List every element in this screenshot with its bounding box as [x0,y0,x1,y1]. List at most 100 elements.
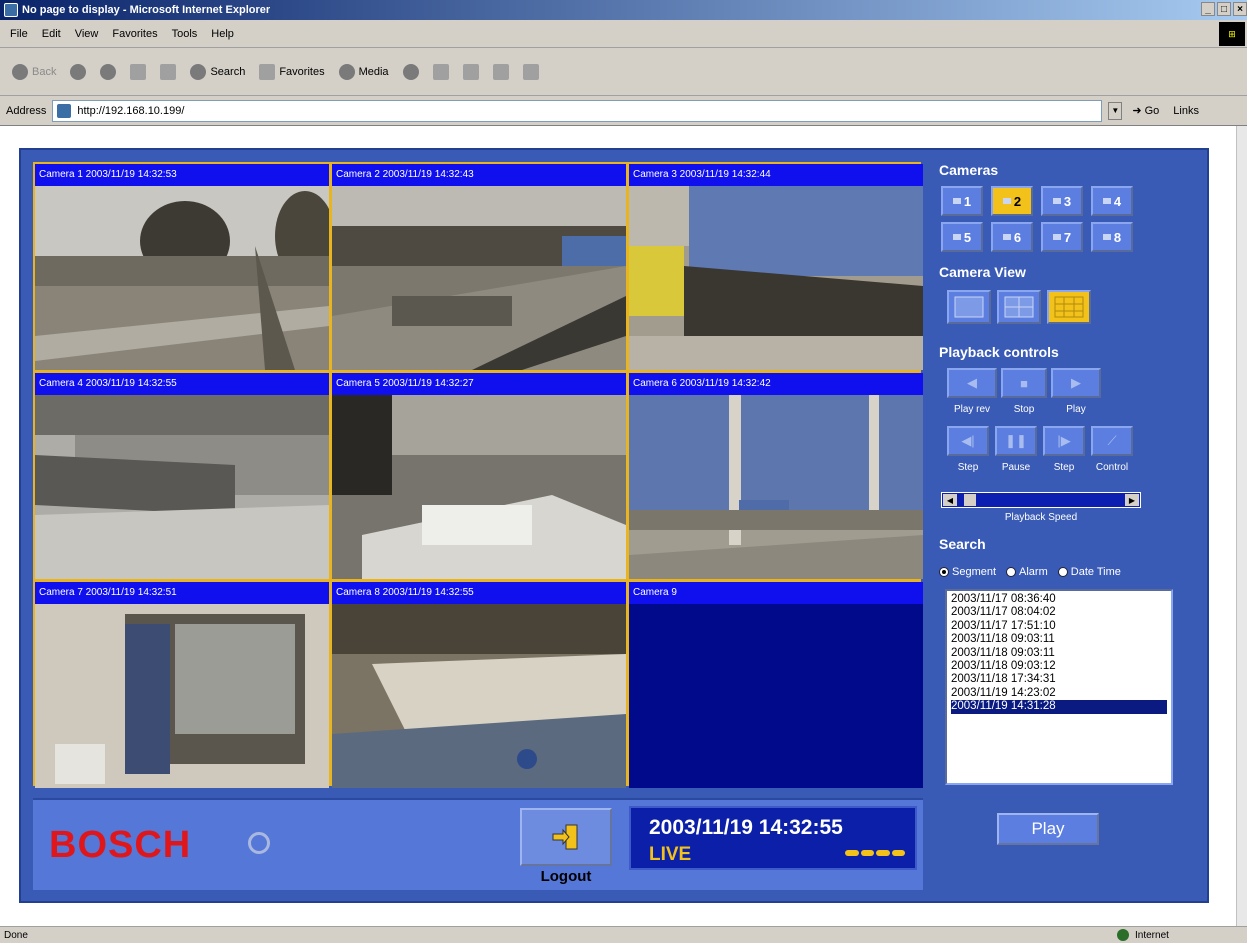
discuss-button[interactable] [522,63,539,80]
camera-button-8[interactable]: 8 [1091,222,1133,252]
control-label: Control [1095,462,1129,473]
segment-item[interactable]: 2003/11/18 09:03:11 [951,647,1167,660]
camera-cell-6[interactable]: Camera 6 2003/11/19 14:32:42 [629,373,923,579]
camera-feed-4 [35,395,329,579]
vertical-scrollbar[interactable] [1236,126,1247,926]
window-title: No page to display - Microsoft Internet … [22,4,271,16]
cameras-title: Cameras [939,162,999,178]
nine-view-button[interactable] [1047,290,1091,324]
discuss-icon [522,63,539,80]
segment-item[interactable]: 2003/11/18 09:03:12 [951,660,1167,673]
camera-button-3[interactable]: 3 [1041,186,1083,216]
playback-speed-slider[interactable]: ◀ ▶ [941,492,1141,508]
history-icon [402,63,419,80]
single-view-button[interactable] [947,290,991,324]
camera-cell-1[interactable]: Camera 1 2003/11/19 14:32:53 [35,164,329,370]
favorites-icon [259,63,276,80]
logout-button[interactable] [520,808,612,866]
camera-cell-2[interactable]: Camera 2 2003/11/19 14:32:43 [332,164,626,370]
camera-feed-2 [332,186,626,370]
segment-item[interactable]: 2003/11/17 08:04:02 [951,606,1167,619]
bosch-emblem-icon [248,832,270,854]
bosch-logo: BOSCH [49,824,192,866]
play-segment-button[interactable]: Play [997,813,1099,845]
forward-button[interactable] [70,63,87,80]
mail-button[interactable] [432,63,449,80]
camera-plug-icon [1052,198,1061,204]
slider-thumb[interactable] [964,494,976,506]
links-button[interactable]: Links [1173,105,1199,117]
play-icon: ▶ [1071,375,1081,390]
play-button-small[interactable]: ▶ [1051,368,1101,398]
media-button[interactable]: Media [338,63,389,80]
camera-plug-icon [1052,234,1061,240]
address-dropdown-button[interactable]: ▼ [1108,101,1123,120]
mail-icon [432,63,449,80]
search-segment-radio[interactable]: Segment [939,566,996,578]
camera-cell-8[interactable]: Camera 8 2003/11/19 14:32:55 [332,582,626,788]
camera-label: Camera 4 2003/11/19 14:32:55 [35,373,329,395]
segment-item[interactable]: 2003/11/19 14:23:02 [951,687,1167,700]
edit-button[interactable] [492,63,509,80]
camera-label: Camera 8 2003/11/19 14:32:55 [332,582,626,604]
camera-cell-4[interactable]: Camera 4 2003/11/19 14:32:55 [35,373,329,579]
segment-list[interactable]: 2003/11/17 08:36:40 2003/11/17 08:04:02 … [945,589,1173,785]
camera-plug-icon [1002,234,1011,240]
camera-cell-5[interactable]: Camera 5 2003/11/19 14:32:27 [332,373,626,579]
slider-right-arrow-icon[interactable]: ▶ [1125,494,1139,506]
slider-left-arrow-icon[interactable]: ◀ [943,494,957,506]
stop-icon [100,63,117,80]
pause-button[interactable]: ❚❚ [995,426,1037,456]
camera-label: Camera 9 [629,582,923,604]
camera-label: Camera 3 2003/11/19 14:32:44 [629,164,923,186]
step-forward-button[interactable]: |▶ [1043,426,1085,456]
camera-cell-9[interactable]: Camera 9 [629,582,923,788]
camera-button-5[interactable]: 5 [941,222,983,252]
print-button[interactable] [462,63,479,80]
segment-item[interactable]: 2003/11/18 17:34:31 [951,673,1167,686]
history-button[interactable] [402,63,419,80]
search-button[interactable]: Search [190,63,245,80]
print-icon [462,63,479,80]
favorites-button[interactable]: Favorites [259,63,325,80]
go-arrow-icon: ➜ [1132,105,1142,117]
camera-button-1[interactable]: 1 [941,186,983,216]
minimize-button[interactable]: _ [1201,2,1215,16]
stop-playback-button[interactable]: ■ [1001,368,1047,398]
back-button[interactable]: Back [12,63,56,80]
go-button[interactable]: ➜ Go [1132,104,1159,118]
play-reverse-button[interactable]: ◀ [947,368,997,398]
refresh-button[interactable] [130,63,147,80]
menu-bar: File Edit View Favorites Tools Help ⊞ [0,20,1247,48]
camera-button-4[interactable]: 4 [1091,186,1133,216]
camera-button-2[interactable]: 2 [991,186,1033,216]
segment-item-selected[interactable]: 2003/11/19 14:31:28 [951,700,1167,714]
camera-cell-3[interactable]: Camera 3 2003/11/19 14:32:44 [629,164,923,370]
play-reverse-label: Play rev [953,404,991,415]
menu-edit[interactable]: Edit [42,28,61,40]
camera-button-6[interactable]: 6 [991,222,1033,252]
maximize-button[interactable]: □ [1217,2,1231,16]
segment-item[interactable]: 2003/11/17 08:36:40 [951,593,1167,606]
menu-help[interactable]: Help [211,28,234,40]
back-arrow-icon [12,63,28,80]
segment-item[interactable]: 2003/11/18 09:03:11 [951,633,1167,646]
stop-button[interactable] [100,63,117,80]
segment-item[interactable]: 2003/11/17 17:51:10 [951,620,1167,633]
logout-door-icon [552,824,578,850]
menu-tools[interactable]: Tools [172,28,198,40]
control-button[interactable]: ⟋ [1091,426,1133,456]
menu-favorites[interactable]: Favorites [112,28,157,40]
bosch-viewer-app: Camera 1 2003/11/19 14:32:53 Camera 2 20… [19,148,1209,903]
menu-file[interactable]: File [10,28,28,40]
home-button[interactable] [160,63,177,80]
search-alarm-radio[interactable]: Alarm [1006,566,1048,578]
close-button[interactable]: × [1233,2,1247,16]
menu-view[interactable]: View [75,28,99,40]
search-datetime-radio[interactable]: Date Time [1057,566,1121,578]
camera-button-7[interactable]: 7 [1041,222,1083,252]
step-back-button[interactable]: ◀| [947,426,989,456]
quad-view-button[interactable] [997,290,1041,324]
camera-cell-7[interactable]: Camera 7 2003/11/19 14:32:51 [35,582,329,788]
address-input[interactable]: http://192.168.10.199/ [52,99,1103,122]
